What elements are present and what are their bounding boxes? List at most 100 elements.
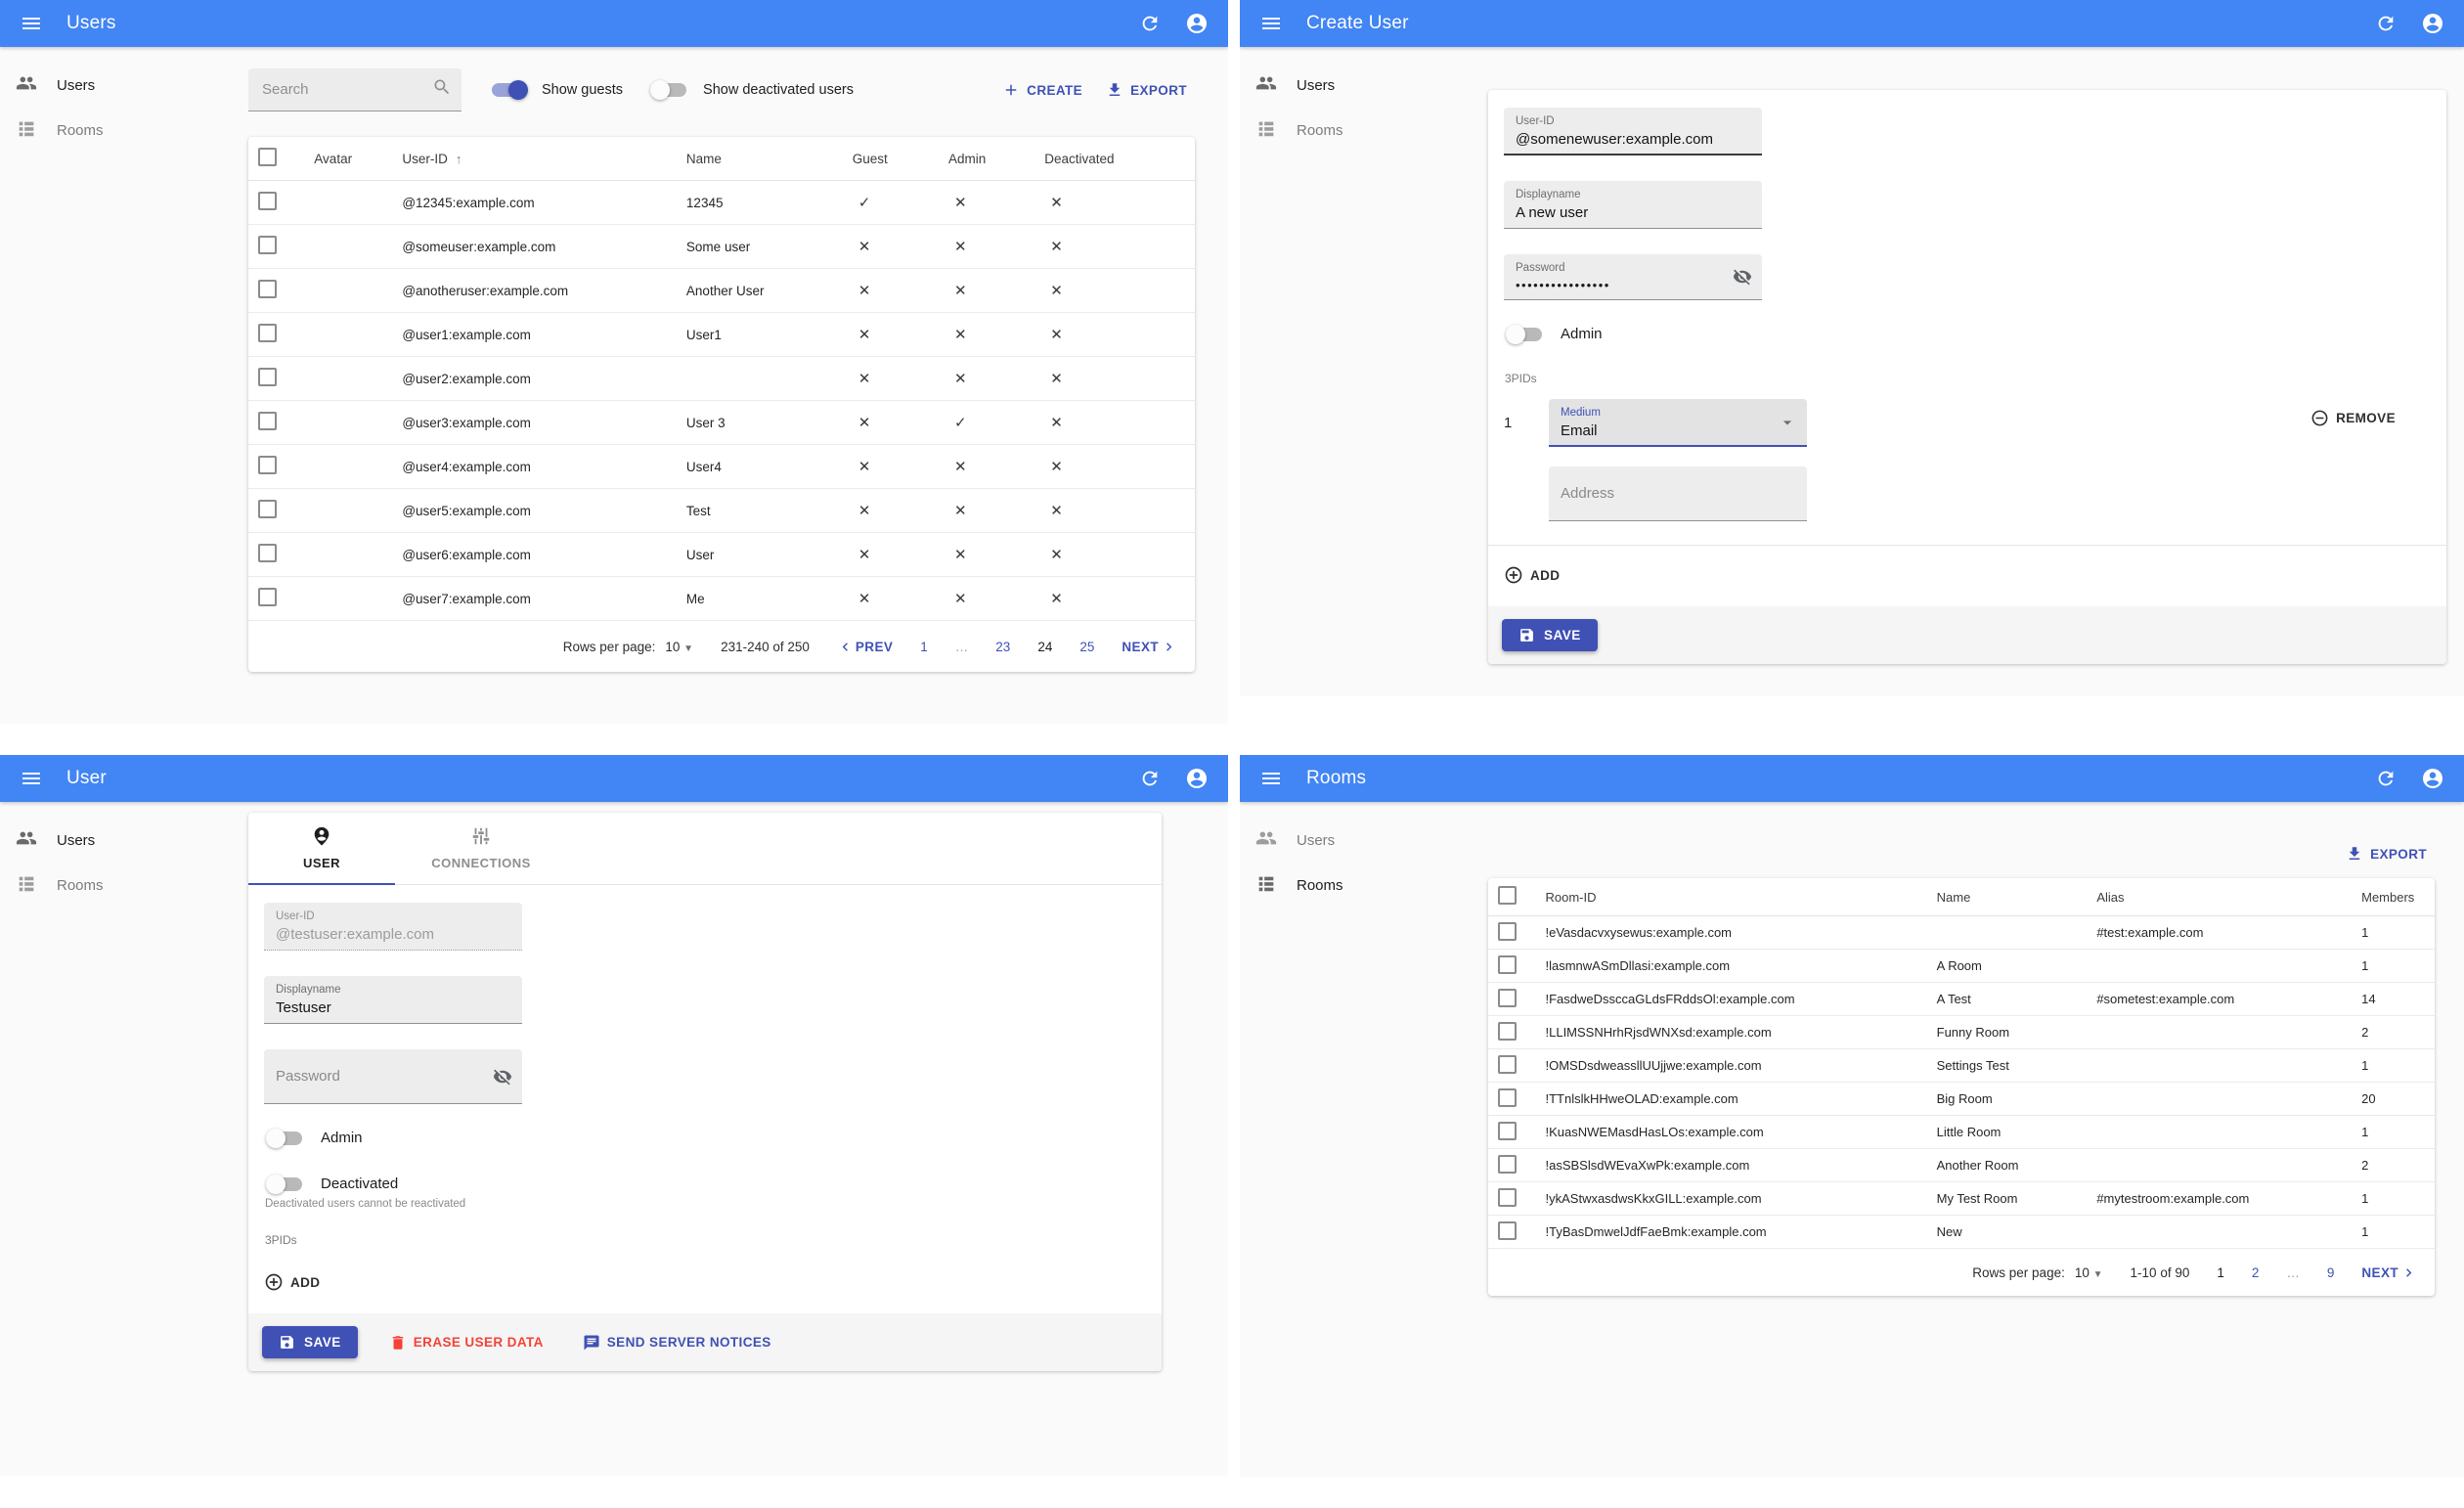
add-pid-button[interactable]: ADD — [264, 1266, 328, 1298]
row-checkbox[interactable] — [258, 544, 277, 562]
displayname-field[interactable]: Displayname — [264, 976, 522, 1024]
user-row[interactable]: @someuser:example.com Some user ✕ ✕ ✕ — [248, 224, 1195, 269]
address-field[interactable] — [1549, 466, 1807, 521]
menu-icon[interactable] — [14, 761, 49, 796]
sidebar-item-rooms[interactable]: Rooms — [0, 863, 248, 908]
row-checkbox[interactable] — [1498, 1021, 1517, 1041]
account-icon[interactable] — [1179, 761, 1214, 796]
room-row[interactable]: !ykAStwxasdwsKkxGILL:example.com My Test … — [1488, 1181, 2435, 1216]
user-row[interactable]: @user4:example.com User4 ✕ ✕ ✕ — [248, 444, 1195, 489]
user-row[interactable]: @user3:example.com User 3 ✕ ✓ ✕ — [248, 400, 1195, 445]
displayname-input[interactable] — [276, 999, 510, 1016]
save-button[interactable]: SAVE — [1502, 619, 1598, 651]
room-row[interactable]: !TyBasDmwelJdfFaeBmk:example.com New 1 — [1488, 1215, 2435, 1249]
row-checkbox[interactable] — [258, 368, 277, 386]
page-number[interactable]: 2 — [2252, 1265, 2260, 1280]
password-field[interactable] — [264, 1049, 522, 1104]
row-checkbox[interactable] — [1498, 1054, 1517, 1074]
row-checkbox[interactable] — [1498, 1121, 1517, 1140]
room-row[interactable]: !LLIMSSNHrhRjsdWNXsd:example.com Funny Ro… — [1488, 1015, 2435, 1049]
sidebar-item-users[interactable]: Users — [1240, 63, 1488, 108]
col-guest[interactable]: Guest — [842, 137, 939, 181]
erase-user-data-button[interactable]: ERASE USER DATA — [381, 1328, 551, 1357]
select-all-checkbox[interactable] — [258, 148, 277, 166]
show-deactivated-toggle[interactable] — [650, 80, 687, 100]
room-row[interactable]: !FasdweDssccaGLdsFRddsOl:example.com A Te… — [1488, 982, 2435, 1016]
tab-connections[interactable]: CONNECTIONS — [395, 813, 567, 885]
export-button[interactable]: EXPORT — [1098, 75, 1195, 105]
user-row[interactable]: @user7:example.com Me ✕ ✕ ✕ — [248, 576, 1195, 621]
page-number[interactable]: 23 — [995, 640, 1010, 654]
row-checkbox[interactable] — [258, 500, 277, 518]
room-row[interactable]: !TTnlslkHHweOLAD:example.com Big Room 20 — [1488, 1082, 2435, 1116]
visibility-off-icon[interactable] — [1733, 267, 1752, 287]
search-input[interactable] — [260, 80, 432, 99]
page-number[interactable]: 9 — [2327, 1265, 2335, 1280]
create-button[interactable]: CREATE — [994, 75, 1090, 105]
room-row[interactable]: !lasmnwASmDllasi:example.com A Room 1 — [1488, 949, 2435, 983]
sidebar-item-users[interactable]: Users — [1240, 818, 1488, 863]
next-page-button[interactable]: NEXT — [1122, 639, 1177, 655]
room-row[interactable]: !asSBSlsdWEvaXwPk:example.com Another Roo… — [1488, 1148, 2435, 1182]
row-checkbox[interactable] — [1498, 1087, 1517, 1107]
add-pid-button[interactable]: ADD — [1504, 559, 1567, 591]
rows-per-page-select[interactable]: 10 ▼ — [2075, 1265, 2103, 1280]
sidebar-item-rooms[interactable]: Rooms — [1240, 108, 1488, 153]
user-row[interactable]: @user6:example.com User ✕ ✕ ✕ — [248, 532, 1195, 577]
send-server-notices-button[interactable]: SEND SERVER NOTICES — [575, 1328, 779, 1357]
col-alias[interactable]: Alias — [2087, 878, 2353, 916]
row-checkbox[interactable] — [258, 456, 277, 474]
password-field[interactable]: Password •••••••••••••••• — [1504, 254, 1762, 300]
user-row[interactable]: @anotheruser:example.com Another User ✕ ✕ ✕ — [248, 268, 1195, 313]
room-row[interactable]: !KuasNWEMasdHasLOs:example.com Little Roo… — [1488, 1115, 2435, 1149]
user-id-input[interactable] — [1516, 131, 1750, 148]
user-row[interactable]: @user1:example.com User1 ✕ ✕ ✕ — [248, 312, 1195, 357]
account-icon[interactable] — [2415, 6, 2450, 41]
medium-select[interactable]: Medium Email — [1549, 399, 1807, 447]
user-row[interactable]: @user5:example.com Test ✕ ✕ ✕ — [248, 488, 1195, 533]
export-button[interactable]: EXPORT — [2338, 839, 2435, 868]
row-checkbox[interactable] — [1498, 921, 1517, 941]
col-admin[interactable]: Admin — [939, 137, 1035, 181]
show-guests-toggle[interactable] — [492, 80, 528, 100]
refresh-icon[interactable] — [2368, 761, 2403, 796]
row-checkbox[interactable] — [258, 412, 277, 430]
col-name[interactable]: Name — [1926, 878, 2088, 916]
tab-user[interactable]: USER — [248, 813, 395, 885]
room-row[interactable]: !OMSDsdweassllUUjjwe:example.com Settings… — [1488, 1048, 2435, 1083]
user-row[interactable]: @12345:example.com 12345 ✓ ✕ ✕ — [248, 180, 1195, 225]
col-room-id[interactable]: Room-ID — [1535, 878, 1927, 916]
displayname-field[interactable]: Displayname — [1504, 181, 1762, 229]
user-id-field[interactable]: User-ID — [1504, 108, 1762, 155]
row-checkbox[interactable] — [1498, 1187, 1517, 1207]
save-button[interactable]: SAVE — [262, 1326, 358, 1358]
col-user-id[interactable]: User-ID ↑ — [392, 137, 677, 181]
row-checkbox[interactable] — [258, 280, 277, 298]
page-number[interactable]: 25 — [1079, 640, 1094, 654]
row-checkbox[interactable] — [1498, 988, 1517, 1007]
next-page-button[interactable]: NEXT — [2361, 1264, 2417, 1281]
rows-per-page-select[interactable]: 10 ▼ — [665, 640, 693, 654]
prev-page-button[interactable]: PREV — [837, 639, 893, 655]
col-name[interactable]: Name — [676, 137, 843, 181]
sidebar-item-rooms[interactable]: Rooms — [0, 108, 248, 153]
password-input[interactable] — [276, 1068, 510, 1085]
address-input[interactable] — [1561, 485, 1795, 502]
row-checkbox[interactable] — [1498, 1220, 1517, 1240]
room-row[interactable]: !eVasdacvxysewus:example.com #test:exampl… — [1488, 915, 2435, 950]
refresh-icon[interactable] — [1132, 6, 1167, 41]
page-number[interactable]: 1 — [920, 640, 928, 654]
row-checkbox[interactable] — [258, 588, 277, 606]
row-checkbox[interactable] — [258, 192, 277, 210]
refresh-icon[interactable] — [1132, 761, 1167, 796]
refresh-icon[interactable] — [2368, 6, 2403, 41]
menu-icon[interactable] — [14, 6, 49, 41]
displayname-input[interactable] — [1516, 204, 1750, 221]
select-all-checkbox[interactable] — [1498, 886, 1517, 905]
sidebar-item-users[interactable]: Users — [0, 63, 248, 108]
user-row[interactable]: @user2:example.com ✕ ✕ ✕ — [248, 356, 1195, 401]
deactivated-toggle[interactable] — [266, 1174, 302, 1194]
sidebar-item-rooms[interactable]: Rooms — [1240, 863, 1488, 908]
account-icon[interactable] — [2415, 761, 2450, 796]
remove-pid-button[interactable]: REMOVE — [2303, 399, 2403, 433]
